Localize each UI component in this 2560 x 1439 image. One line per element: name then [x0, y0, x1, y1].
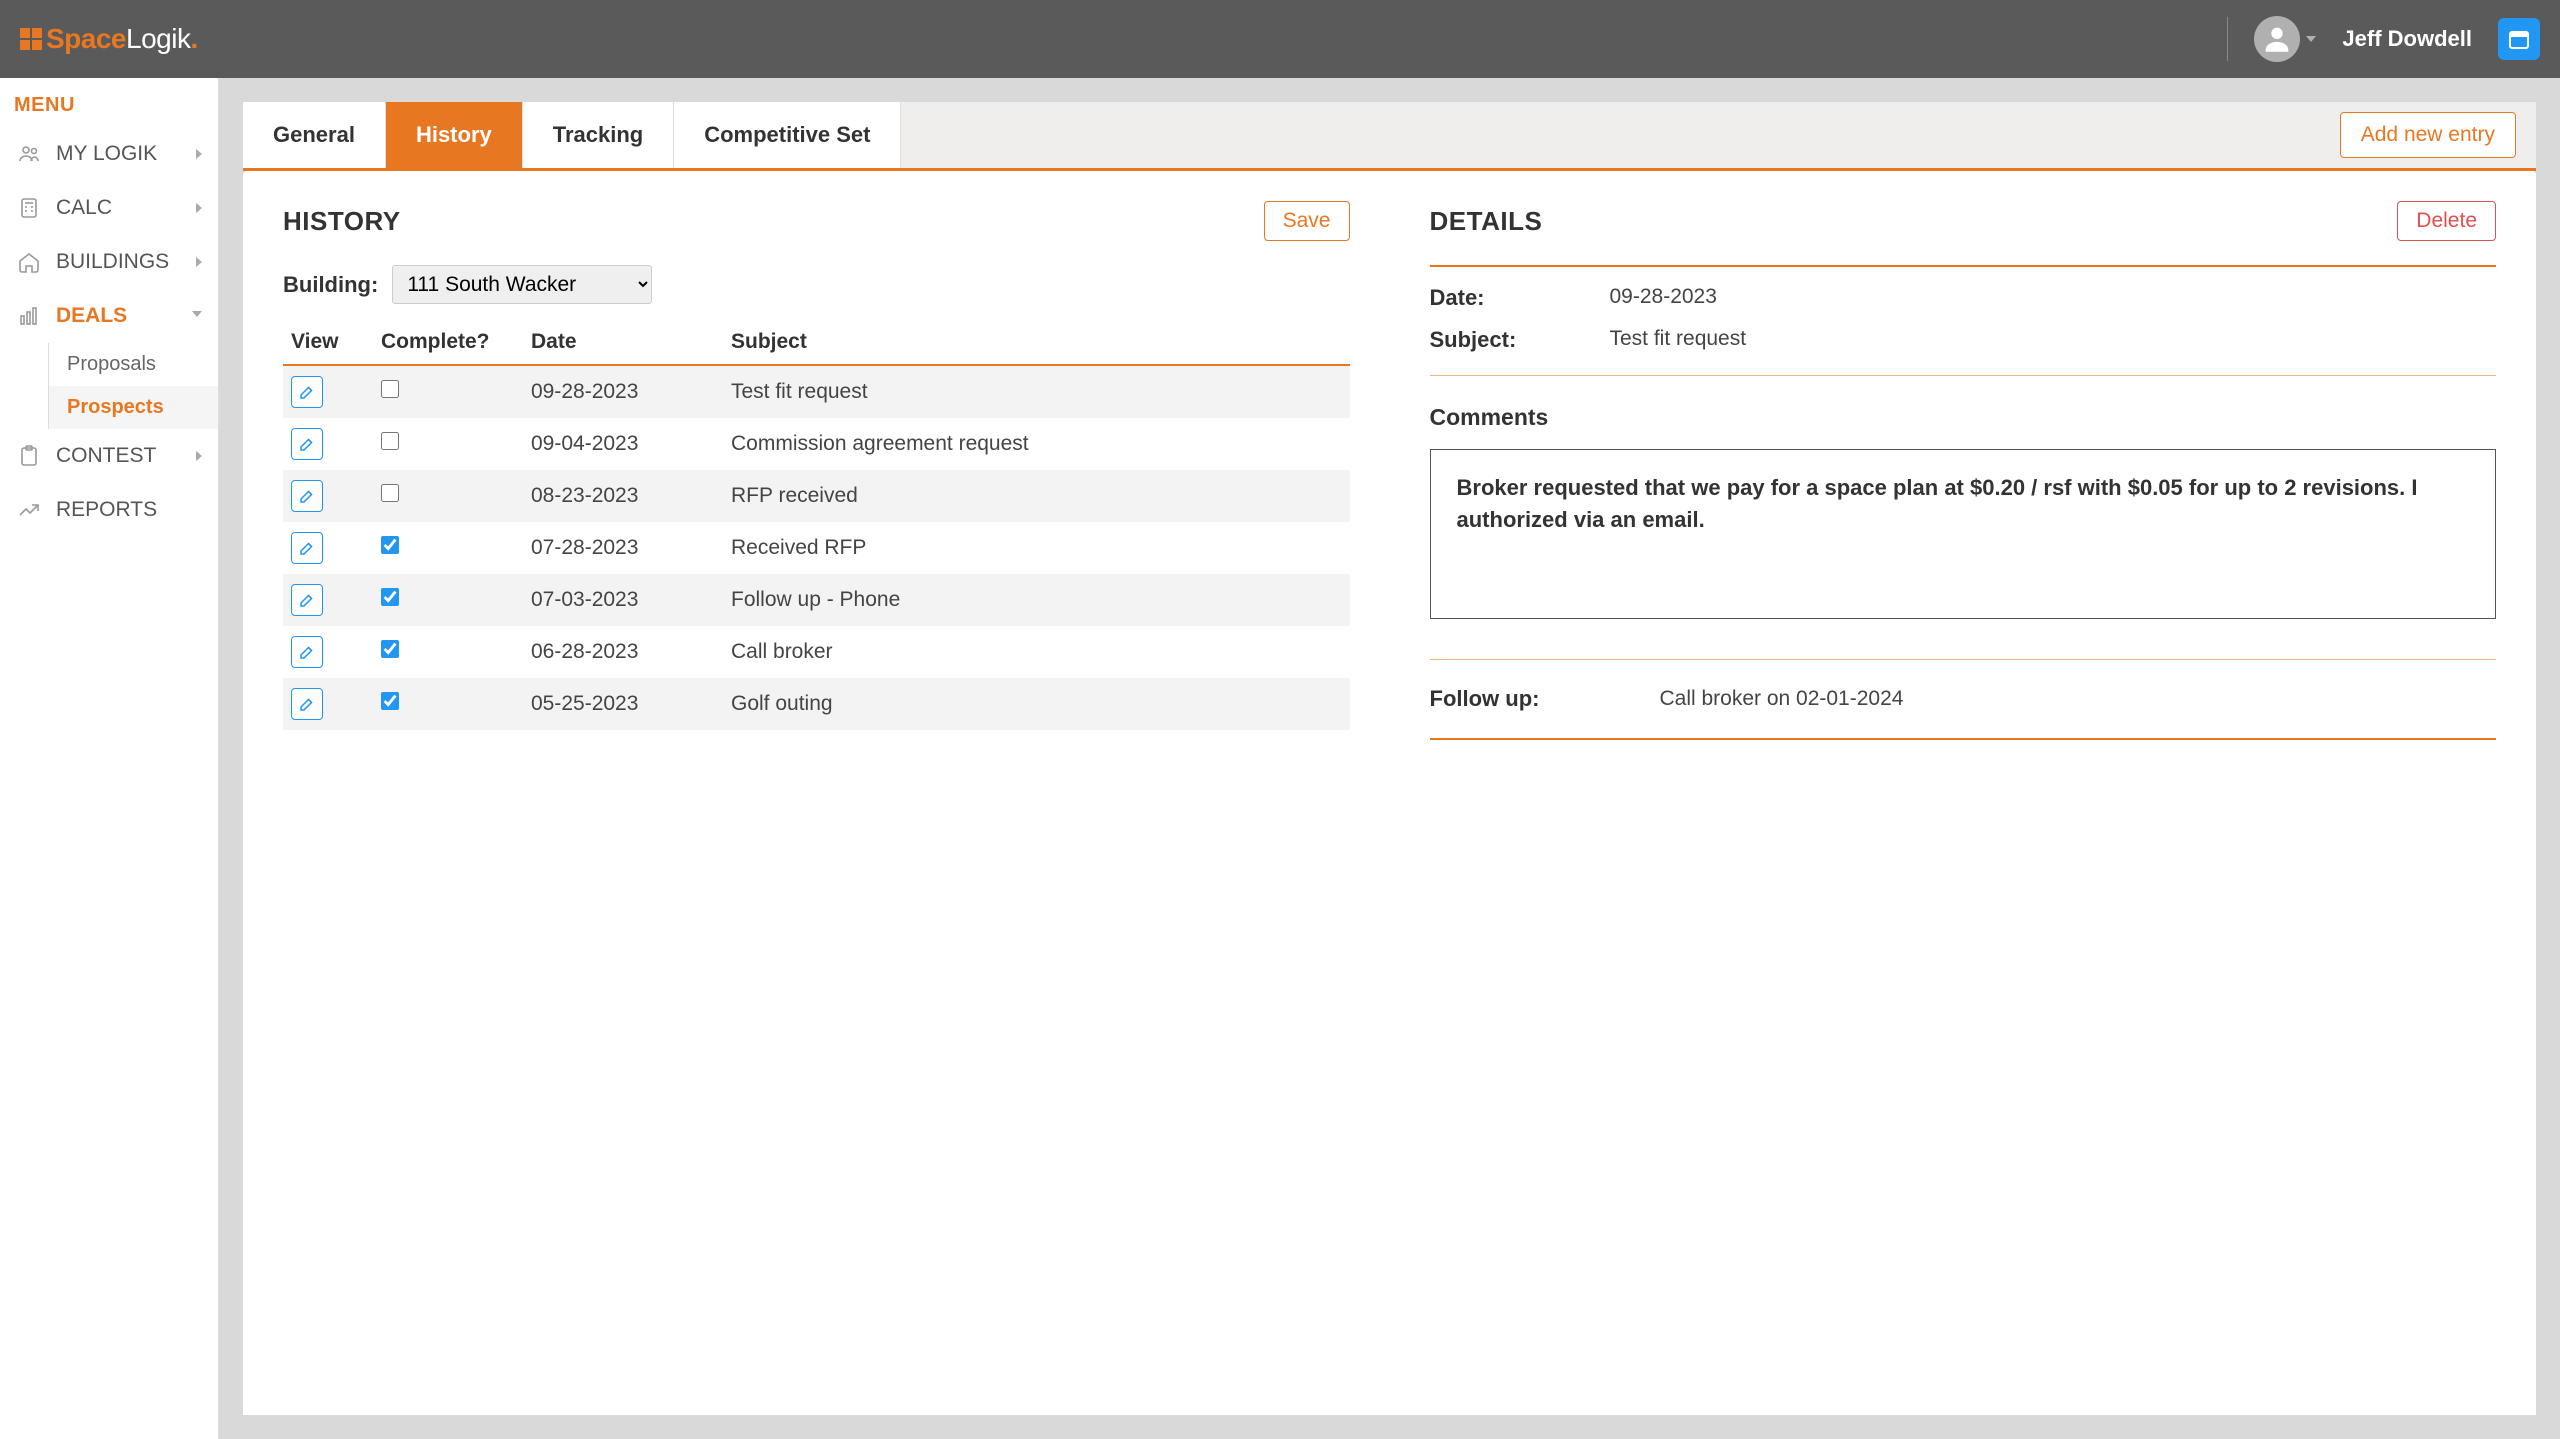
sidebar: MENU MY LOGIK CALC BUILDINGS DEALS — [0, 78, 219, 1439]
table-row[interactable]: 06-28-2023Call broker — [283, 626, 1350, 678]
username: Jeff Dowdell — [2342, 26, 2472, 52]
sidebar-item-calc[interactable]: CALC — [0, 181, 218, 235]
clipboard-icon — [16, 443, 42, 469]
edit-icon[interactable] — [291, 480, 323, 512]
col-subject: Subject — [723, 320, 1350, 365]
complete-checkbox[interactable] — [381, 380, 399, 398]
edit-icon[interactable] — [291, 688, 323, 720]
calculator-icon — [16, 195, 42, 221]
detail-subject-label: Subject: — [1430, 327, 1550, 353]
history-title: HISTORY — [283, 206, 401, 237]
edit-icon[interactable] — [291, 584, 323, 616]
complete-checkbox[interactable] — [381, 484, 399, 502]
tab-history[interactable]: History — [386, 102, 523, 168]
col-view: View — [283, 320, 373, 365]
chevron-down-icon — [192, 311, 202, 322]
row-subject: RFP received — [723, 470, 1350, 522]
menu-header: MENU — [0, 78, 218, 127]
row-subject: Commission agreement request — [723, 418, 1350, 470]
main-content: General History Tracking Competitive Set… — [219, 78, 2560, 1439]
complete-checkbox[interactable] — [381, 432, 399, 450]
sidebar-label: MY LOGIK — [56, 142, 182, 166]
sidebar-label: BUILDINGS — [56, 250, 182, 274]
complete-checkbox[interactable] — [381, 588, 399, 606]
table-row[interactable]: 07-28-2023Received RFP — [283, 522, 1350, 574]
row-date: 07-28-2023 — [523, 522, 723, 574]
chevron-right-icon — [196, 257, 202, 267]
logo-icon — [20, 28, 42, 50]
avatar-icon — [2254, 16, 2300, 62]
complete-checkbox[interactable] — [381, 640, 399, 658]
row-subject: Call broker — [723, 626, 1350, 678]
row-date: 08-23-2023 — [523, 470, 723, 522]
chevron-right-icon — [196, 149, 202, 159]
table-row[interactable]: 07-03-2023Follow up - Phone — [283, 574, 1350, 626]
building-label: Building: — [283, 272, 378, 298]
followup-label: Follow up: — [1430, 686, 1540, 712]
tab-competitive-set[interactable]: Competitive Set — [674, 102, 901, 168]
brand-logo[interactable]: SpaceLogik. — [20, 23, 198, 55]
col-date: Date — [523, 320, 723, 365]
row-subject: Follow up - Phone — [723, 574, 1350, 626]
sidebar-item-deals[interactable]: DEALS — [0, 289, 218, 343]
detail-subject-value: Test fit request — [1610, 327, 1747, 353]
chevron-right-icon — [196, 451, 202, 461]
sidebar-item-contest[interactable]: CONTEST — [0, 429, 218, 483]
detail-date-label: Date: — [1430, 285, 1550, 311]
edit-icon[interactable] — [291, 376, 323, 408]
sidebar-sub-prospects[interactable]: Prospects — [48, 386, 218, 429]
row-subject: Received RFP — [723, 522, 1350, 574]
building-select[interactable]: 111 South Wacker — [392, 265, 652, 304]
add-new-entry-button[interactable]: Add new entry — [2340, 112, 2516, 158]
row-date: 09-04-2023 — [523, 418, 723, 470]
topbar: SpaceLogik. Jeff Dowdell — [0, 0, 2560, 78]
sidebar-label: DEALS — [56, 304, 178, 328]
bar-chart-icon — [16, 303, 42, 329]
comments-label: Comments — [1430, 404, 2497, 431]
save-button[interactable]: Save — [1264, 201, 1350, 241]
trend-icon — [16, 497, 42, 523]
row-date: 07-03-2023 — [523, 574, 723, 626]
complete-checkbox[interactable] — [381, 692, 399, 710]
row-date: 06-28-2023 — [523, 626, 723, 678]
user-menu[interactable] — [2254, 16, 2316, 62]
sidebar-sub-proposals[interactable]: Proposals — [48, 343, 218, 386]
table-row[interactable]: 08-23-2023RFP received — [283, 470, 1350, 522]
chevron-down-icon — [2306, 36, 2316, 42]
chevron-right-icon — [196, 203, 202, 213]
brand-text-a: Space — [46, 23, 126, 54]
edit-icon[interactable] — [291, 428, 323, 460]
table-row[interactable]: 05-25-2023Golf outing — [283, 678, 1350, 730]
sidebar-item-reports[interactable]: REPORTS — [0, 483, 218, 537]
home-icon — [16, 249, 42, 275]
tab-general[interactable]: General — [243, 102, 386, 168]
row-subject: Test fit request — [723, 365, 1350, 418]
table-row[interactable]: 09-04-2023Commission agreement request — [283, 418, 1350, 470]
tab-tracking[interactable]: Tracking — [523, 102, 674, 168]
details-title: DETAILS — [1430, 206, 1543, 237]
sidebar-item-mylogik[interactable]: MY LOGIK — [0, 127, 218, 181]
tabs: General History Tracking Competitive Set — [243, 102, 901, 168]
sidebar-label: CONTEST — [56, 444, 182, 468]
sidebar-item-buildings[interactable]: BUILDINGS — [0, 235, 218, 289]
row-date: 05-25-2023 — [523, 678, 723, 730]
row-date: 09-28-2023 — [523, 365, 723, 418]
detail-date-value: 09-28-2023 — [1610, 285, 1717, 311]
edit-icon[interactable] — [291, 636, 323, 668]
complete-checkbox[interactable] — [381, 536, 399, 554]
table-row[interactable]: 09-28-2023Test fit request — [283, 365, 1350, 418]
edit-icon[interactable] — [291, 532, 323, 564]
topbar-divider — [2227, 17, 2228, 61]
brand-text-b: Logik — [126, 23, 190, 54]
history-table: View Complete? Date Subject 09-28-2023Te… — [283, 320, 1350, 730]
col-complete: Complete? — [373, 320, 523, 365]
sidebar-label: CALC — [56, 196, 182, 220]
sidebar-label: REPORTS — [56, 498, 202, 522]
delete-button[interactable]: Delete — [2397, 201, 2496, 241]
row-subject: Golf outing — [723, 678, 1350, 730]
comments-text[interactable]: Broker requested that we pay for a space… — [1430, 449, 2497, 619]
followup-value: Call broker on 02-01-2024 — [1659, 687, 1903, 711]
people-icon — [16, 141, 42, 167]
calendar-button[interactable] — [2498, 18, 2540, 60]
